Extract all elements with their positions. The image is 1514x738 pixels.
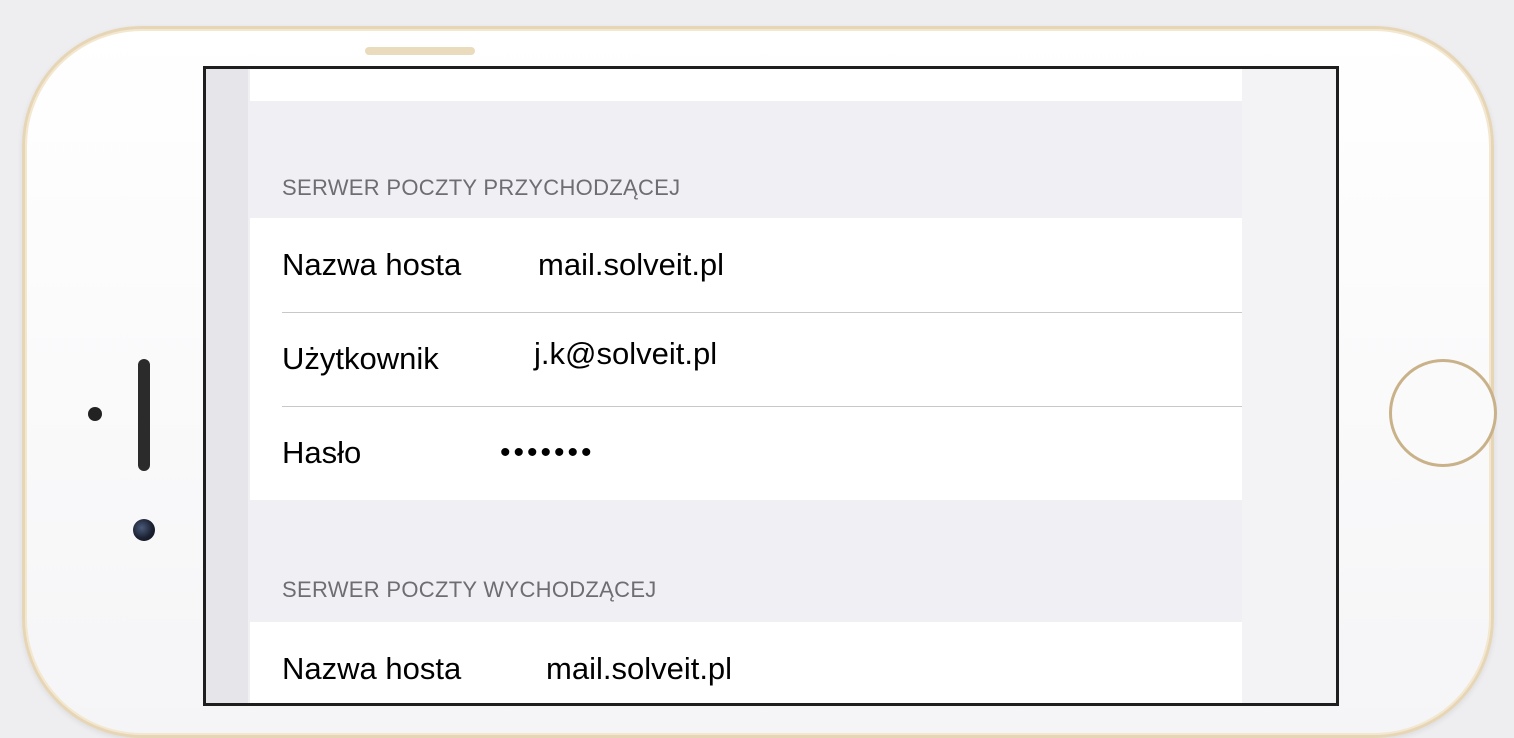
incoming-password-row[interactable]: Hasło ••••••• [250, 406, 1242, 500]
outgoing-hostname-row[interactable]: Nazwa hosta mail.solveit.pl [250, 622, 1242, 703]
password-field[interactable]: ••••••• [500, 436, 595, 470]
hostname-label: Nazwa hosta [282, 247, 462, 282]
incoming-server-header: SERWER POCZTY PRZYCHODZĄCEJ [282, 175, 681, 200]
screen-left-margin [206, 69, 248, 703]
previous-cell-partial [250, 69, 1242, 101]
phone-screen: SERWER POCZTY PRZYCHODZĄCEJ Nazwa hosta … [203, 66, 1339, 706]
proximity-sensor [88, 407, 102, 421]
screen-right-margin [1242, 69, 1336, 703]
username-field[interactable]: j.k@solveit.pl [534, 336, 717, 372]
hostname-field[interactable]: mail.solveit.pl [546, 651, 732, 687]
power-button [365, 47, 475, 55]
earpiece-speaker [138, 359, 150, 471]
password-label: Hasło [282, 435, 362, 470]
username-label: Użytkownik [282, 341, 439, 376]
incoming-server-group: Nazwa hosta mail.solveit.pl Użytkownik j… [250, 218, 1242, 500]
incoming-hostname-row[interactable]: Nazwa hosta mail.solveit.pl [250, 218, 1242, 312]
outgoing-server-group: Nazwa hosta mail.solveit.pl [250, 622, 1242, 703]
mail-settings-list: SERWER POCZTY PRZYCHODZĄCEJ Nazwa hosta … [250, 69, 1242, 703]
hostname-label: Nazwa hosta [282, 651, 462, 686]
incoming-username-row[interactable]: Użytkownik j.k@solveit.pl [250, 312, 1242, 406]
outgoing-server-header: SERWER POCZTY WYCHODZĄCEJ [282, 577, 657, 602]
front-camera-icon [133, 519, 155, 541]
hostname-field[interactable]: mail.solveit.pl [538, 247, 724, 283]
home-button[interactable] [1389, 359, 1497, 467]
